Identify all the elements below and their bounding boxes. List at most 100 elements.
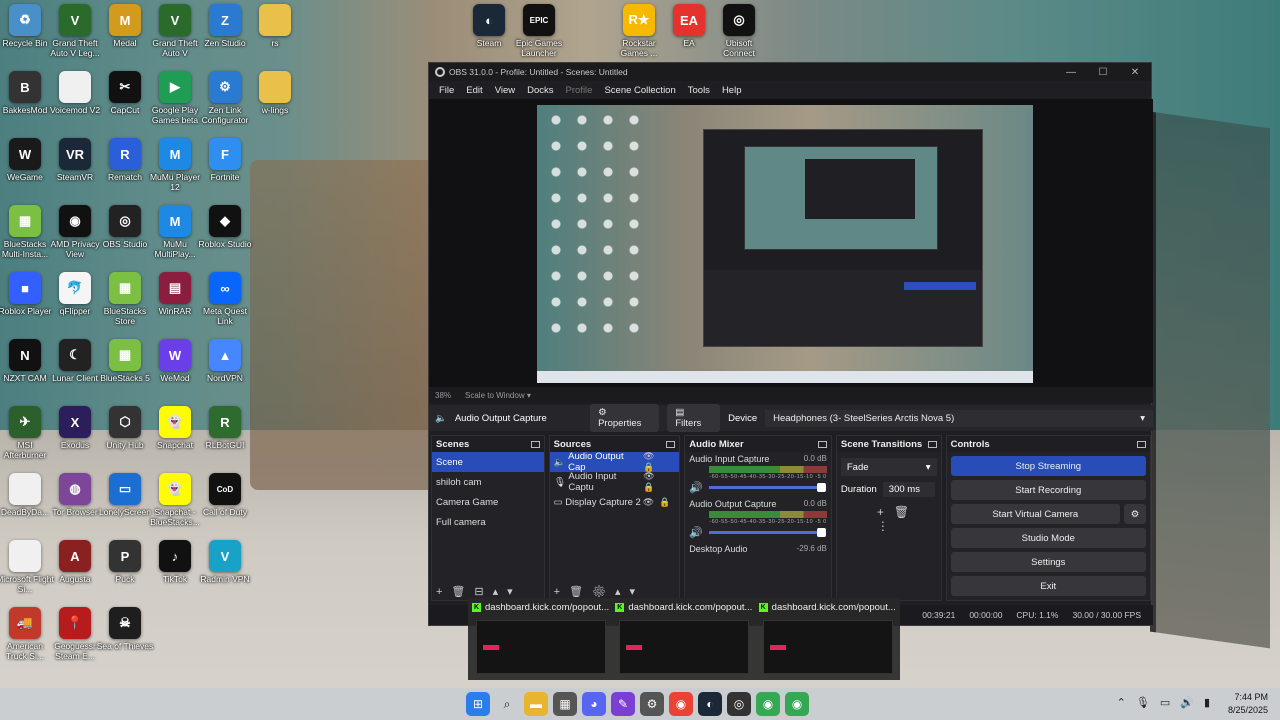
chrome-icon[interactable]: ◉ (756, 692, 780, 716)
menu-edit[interactable]: Edit (460, 85, 488, 96)
zoom-mode-select[interactable]: Scale to Window ▾ (465, 391, 531, 400)
clock[interactable]: 7:44 PM 8/25/2025 (1228, 691, 1268, 717)
fps: 30.00 / 30.00 FPS (1072, 610, 1141, 620)
start-virtual-camera-button[interactable]: Start Virtual Camera (950, 504, 1120, 524)
maximize-icon[interactable]: ☐ (1087, 63, 1119, 81)
obs-taskbar-icon[interactable]: ◎ (727, 692, 751, 716)
scene-label: Scene (436, 456, 463, 468)
desktop-icon[interactable]: CoD Call of Duty (196, 473, 254, 517)
microphone-icon[interactable]: 🎙 (1136, 696, 1150, 709)
desktop-icon[interactable]: R RLBotGUI (196, 406, 254, 450)
transition-actions[interactable]: +🗑⋮ (877, 505, 941, 533)
desktop-icon-label: Ubisoft Connect (723, 38, 755, 58)
settings-button[interactable]: Settings (950, 552, 1146, 572)
steam-icon[interactable]: ◐ (698, 692, 722, 716)
menu-file[interactable]: File (433, 85, 460, 96)
volume-fader[interactable]: 🔊 (689, 526, 827, 539)
source-item[interactable]: ▭ Display Capture 2 👁🔒 (550, 492, 680, 512)
speaker-icon[interactable]: 🔊 (689, 526, 703, 539)
scene-item[interactable]: Full camera (432, 512, 544, 532)
preview-nested-obs (703, 129, 983, 347)
speaker-icon[interactable]: 🔊 (689, 481, 703, 494)
desktop-icon-label: Meta Quest Link (203, 306, 247, 326)
source-item[interactable]: 🔈 Audio Output Cap 👁🔒 (549, 451, 680, 473)
program-preview[interactable] (537, 105, 1033, 383)
desktop-icon-label: RLBotGUI (205, 440, 245, 450)
menu-view[interactable]: View (489, 85, 521, 96)
thumbnail[interactable]: Kdashboard.kick.com/popout... (615, 598, 752, 680)
filters-button[interactable]: ▤ Filters (667, 404, 721, 432)
meter-ticks: -60-55-50-45-40-35-30-25-20-15-10 -5 0 (709, 474, 827, 480)
fader-knob[interactable] (816, 482, 826, 492)
zen-link-icon: ⚙ (209, 71, 241, 103)
undock-icon[interactable] (666, 440, 676, 448)
visibility-lock-icons[interactable]: 👁🔒 (643, 471, 675, 493)
obs-window[interactable]: OBS 31.0.0 - Profile: Untitled - Scenes:… (428, 62, 1153, 626)
desktop-icon[interactable]: EPIC Epic Games Launcher (510, 4, 568, 58)
gear-icon[interactable]: ⚙ (1123, 504, 1146, 524)
desktop-icon[interactable]: V Radmin VPN (196, 540, 254, 584)
obs-titlebar[interactable]: OBS 31.0.0 - Profile: Untitled - Scenes:… (429, 63, 1151, 81)
chevron-up-icon[interactable]: ⌃ (1117, 696, 1126, 709)
desktop-icon[interactable]: ∞ Meta Quest Link (196, 272, 254, 326)
device-select[interactable]: Headphones (3- SteelSeries Arctis Nova 5… (765, 409, 1153, 427)
scene-item[interactable]: shiloh cam (432, 472, 544, 492)
undock-icon[interactable] (927, 440, 937, 448)
scene-item[interactable]: Camera Game (432, 492, 544, 512)
properties-button[interactable]: ⚙ Properties (590, 404, 660, 432)
menu-help[interactable]: Help (716, 85, 748, 96)
battery-icon[interactable]: ▮ (1204, 696, 1210, 709)
start-recording-button[interactable]: Start Recording (950, 480, 1146, 500)
roblox-icon: ■ (9, 272, 41, 304)
desktop-icon[interactable]: ▲ NordVPN (196, 339, 254, 383)
thumbnail[interactable]: Kdashboard.kick.com/popout... (758, 598, 896, 680)
visibility-lock-icons[interactable]: 👁🔒 (643, 451, 675, 473)
augusta-icon: A (59, 540, 91, 572)
snapchat-icon: 👻 (159, 473, 191, 505)
volume-icon[interactable]: 🔊 (1180, 696, 1194, 709)
search-icon[interactable]: ⌕ (495, 692, 519, 716)
transition-select[interactable]: Fade ▾ (840, 458, 937, 476)
scene-item[interactable]: Scene (432, 452, 544, 472)
exit-button[interactable]: Exit (950, 576, 1146, 596)
visibility-lock-icons[interactable]: 👁🔒 (643, 497, 676, 508)
wallpaper-chair (250, 160, 440, 490)
desktop-icon[interactable]: w-lings (246, 71, 304, 115)
chrome-icon[interactable]: ◉ (785, 692, 809, 716)
desktop-icon[interactable]: rs (246, 4, 304, 48)
duration-input[interactable]: 300 ms (882, 482, 935, 497)
desktop-icon[interactable]: ◆ Roblox Studio (196, 205, 254, 249)
menu-tools[interactable]: Tools (682, 85, 716, 96)
discord-icon[interactable]: ◕ (582, 692, 606, 716)
volume-meter (709, 511, 827, 518)
undock-icon[interactable] (530, 440, 540, 448)
preview-nested-obs-2 (805, 159, 915, 219)
settings-gear-icon[interactable]: ⚙ (640, 692, 664, 716)
menu-profile[interactable]: Profile (560, 85, 599, 96)
monitor-icon[interactable]: ▭ (1160, 696, 1170, 709)
fader-knob[interactable] (816, 527, 826, 537)
file-explorer-icon[interactable]: ▬ (524, 692, 548, 716)
thumbnail[interactable]: Kdashboard.kick.com/popout... (472, 598, 609, 680)
taskbar-thumbnails: Kdashboard.kick.com/popout... Kdashboard… (468, 598, 900, 680)
rockstar-icon: R★ (623, 4, 655, 36)
undock-icon[interactable] (817, 440, 827, 448)
desktop-icon[interactable]: ☠ Sea of Thieves (96, 607, 154, 651)
minimize-icon[interactable]: — (1055, 63, 1087, 81)
source-actions[interactable]: +🗑⚙▴▾ (554, 585, 644, 598)
menu-docks[interactable]: Docks (521, 85, 559, 96)
desktop-icon[interactable]: ◎ Ubisoft Connect (710, 4, 768, 58)
windows-start-icon[interactable]: ⊞ (466, 692, 490, 716)
scene-actions[interactable]: +🗑⊟▴▾ (436, 585, 522, 598)
studio-mode-button[interactable]: Studio Mode (950, 528, 1146, 548)
menu-scene-collection[interactable]: Scene Collection (598, 85, 681, 96)
undock-icon[interactable] (1136, 440, 1146, 448)
volume-fader[interactable]: 🔊 (689, 481, 827, 494)
close-icon[interactable]: ✕ (1119, 63, 1151, 81)
store-icon[interactable]: ▦ (553, 692, 577, 716)
stop-streaming-button[interactable]: Stop Streaming (950, 456, 1146, 476)
chrome-icon[interactable]: ◉ (669, 692, 693, 716)
source-item[interactable]: 🎙 Audio Input Captu 👁🔒 (550, 471, 680, 493)
desktop-icon[interactable]: F Fortnite (196, 138, 254, 182)
pen-app-icon[interactable]: ✎ (611, 692, 635, 716)
